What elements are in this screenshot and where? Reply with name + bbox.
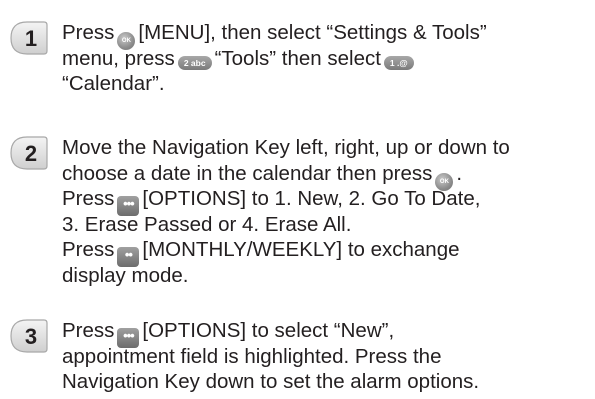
step-line: Press •• [MONTHLY/WEEKLY] to exchange (62, 237, 592, 267)
step-line: display mode. (62, 263, 189, 287)
step-line: appointment field is highlighted. Press … (62, 344, 442, 368)
step-text: Move the Navigation Key left, right, up … (62, 135, 592, 288)
step-line: choose a date in the calendar then press… (62, 161, 592, 191)
step-line: Navigation Key down to set the alarm opt… (62, 370, 480, 393)
step-line: Press ••• [OPTIONS] to 1. New, 2. Go To Da… (62, 186, 592, 216)
step-number: 2 (25, 141, 37, 166)
two-abc-key-icon: 2 abc (177, 55, 212, 70)
step-number: 1 (25, 26, 37, 51)
step-text: Press OK [MENU], then select “Settings & T… (62, 20, 592, 97)
step-line: “Calendar”. (62, 72, 165, 95)
step-number-badge: 2 (10, 136, 48, 170)
step-number-badge: 1 (10, 21, 48, 55)
step-text: Press ••• [OPTIONS] to select “New”, appoi… (62, 318, 592, 395)
step-line: Press ••• [OPTIONS] to select “New”, (62, 318, 592, 348)
step-line: Press OK [MENU], then select “Settings & T… (62, 20, 592, 50)
one-key-icon: 1 .@ (383, 55, 414, 70)
step-line: menu, press 2 abc “Tools” then select 1 .@ (62, 46, 592, 72)
step-number-badge: 3 (10, 319, 48, 353)
step-line: Move the Navigation Key left, right, up … (62, 136, 510, 159)
step-number: 3 (25, 324, 37, 349)
step-line: 3. Erase Passed or 4. Erase All. (62, 212, 352, 236)
